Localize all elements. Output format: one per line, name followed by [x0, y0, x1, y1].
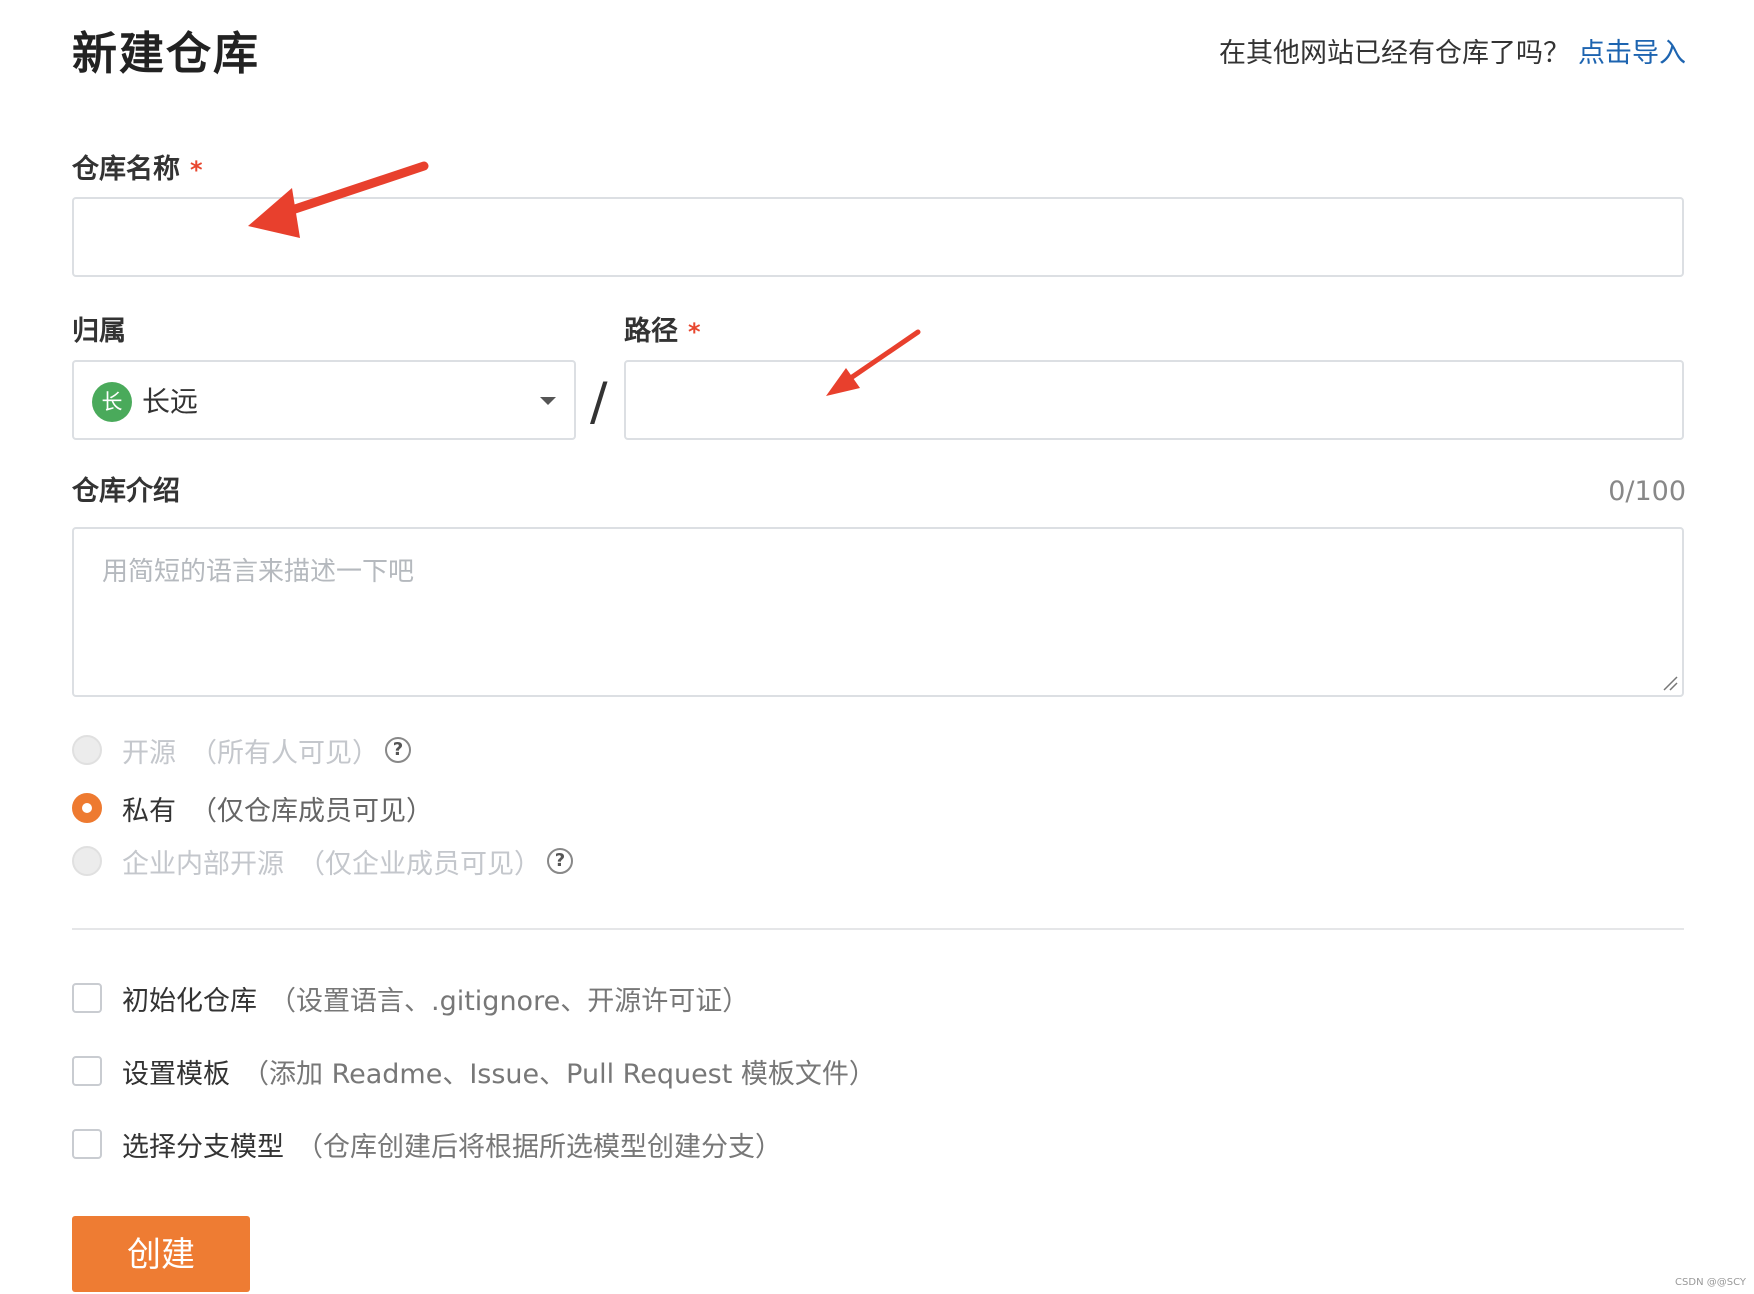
annotation-arrow-icon	[248, 161, 921, 396]
